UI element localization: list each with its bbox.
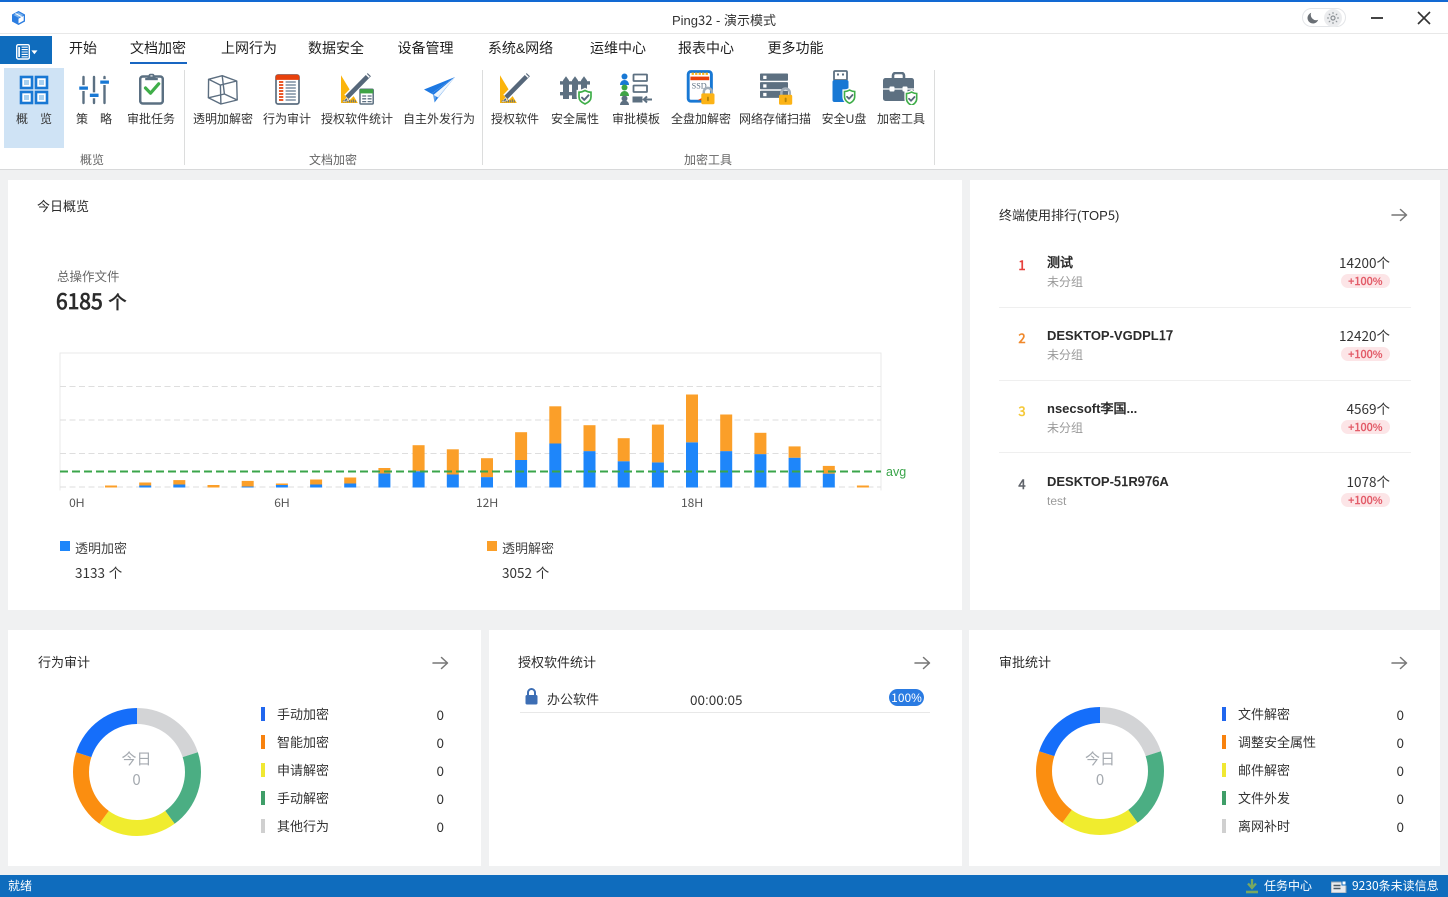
svg-text:0H: 0H [69, 494, 84, 511]
svg-text:6H: 6H [274, 494, 289, 511]
svg-text:12H: 12H [476, 494, 498, 511]
svg-text:18H: 18H [681, 494, 703, 511]
svg-text:avg: avg [886, 461, 906, 480]
